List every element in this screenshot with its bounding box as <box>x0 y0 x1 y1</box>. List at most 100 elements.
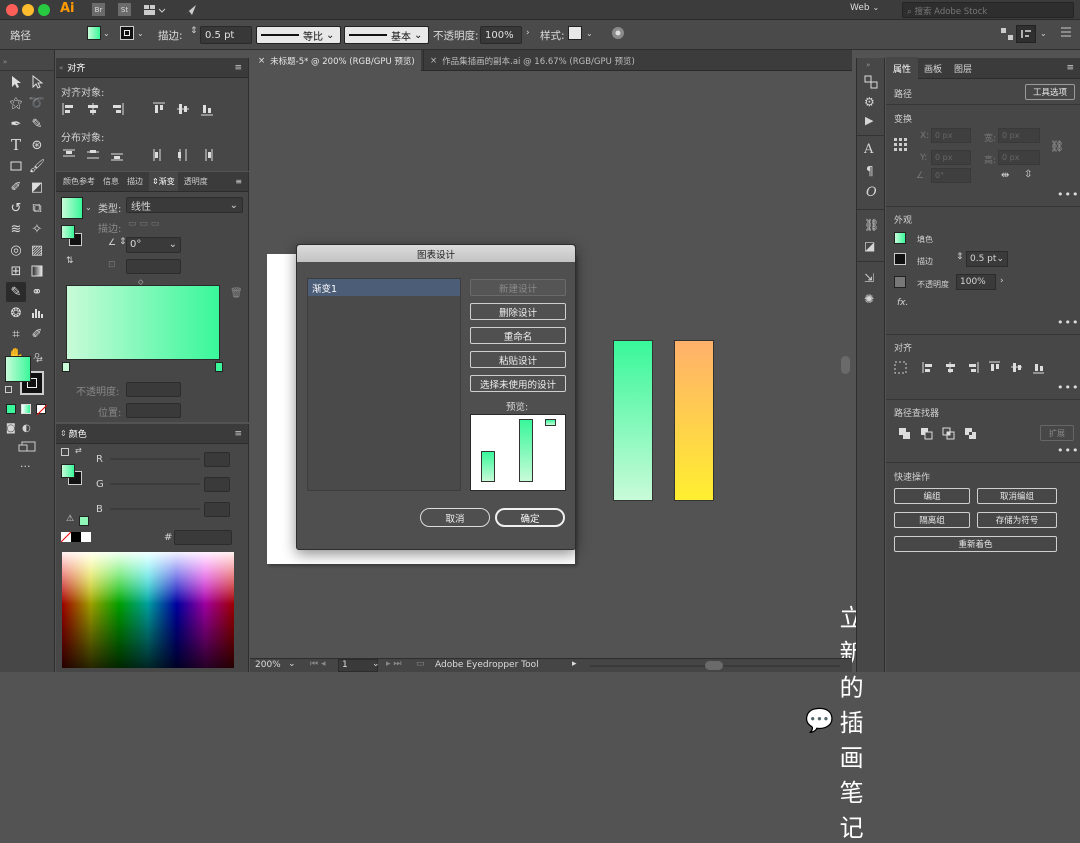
opentype-icon[interactable]: O <box>866 185 877 200</box>
tab-stroke[interactable]: 描边 <box>127 176 143 187</box>
tab-gradient[interactable]: ⇕渐变 <box>149 172 178 191</box>
distribute-bottom-icon[interactable] <box>110 148 124 162</box>
none-mode-icon[interactable] <box>36 404 47 415</box>
screen-mode-icon[interactable] <box>18 441 36 453</box>
gpu-performance-icon[interactable] <box>183 3 197 17</box>
stroke-dropdown-icon[interactable]: ⌄ <box>137 29 144 38</box>
aspect-ratio-input[interactable] <box>126 259 181 274</box>
align-dropdown-icon[interactable]: ⌄ <box>1040 29 1047 38</box>
artboard-nav-icon[interactable]: ▭ <box>416 659 425 669</box>
vertical-scrollbar-thumb[interactable] <box>841 356 850 374</box>
tab-info[interactable]: 信息 <box>103 176 119 187</box>
fill-color-box[interactable] <box>5 356 31 382</box>
red-input[interactable] <box>204 452 230 467</box>
color-spectrum[interactable] <box>62 552 234 668</box>
angle-input[interactable]: 0° ⌄ <box>126 237 181 253</box>
y-input[interactable]: 0 px <box>931 150 971 165</box>
green-input[interactable] <box>204 477 230 492</box>
align-left-icon[interactable] <box>62 102 76 116</box>
intersect-icon[interactable] <box>942 427 955 440</box>
minus-front-icon[interactable] <box>920 427 933 440</box>
draw-mode-icon[interactable]: ◙ <box>6 423 16 434</box>
select-similar-icon[interactable] <box>1000 27 1014 41</box>
symbols-icon[interactable]: ✺ <box>864 292 874 306</box>
orange-gradient-bar[interactable] <box>674 340 714 501</box>
exclude-icon[interactable] <box>964 427 977 440</box>
symbol-sprayer-tool-icon[interactable]: ❂ <box>6 303 26 323</box>
new-design-button[interactable]: 新建设计 <box>470 279 566 296</box>
spiral-tool-icon[interactable]: ⊛ <box>27 135 47 155</box>
appearance-stroke-input[interactable]: 0.5 pt ⌄ <box>966 251 1008 267</box>
appearance-opacity-input[interactable]: 100% <box>956 274 996 290</box>
tab-transparency[interactable]: 透明度 <box>184 176 208 187</box>
zoom-window-button[interactable] <box>38 4 50 16</box>
align-bottom-icon[interactable] <box>1032 361 1045 374</box>
paragraph-icon[interactable]: ¶ <box>866 164 874 178</box>
rotate-tool-icon[interactable]: ↺ <box>6 198 26 218</box>
shaper-tool-icon[interactable]: ✐ <box>6 177 26 197</box>
appearance-fill-swatch[interactable] <box>894 232 906 244</box>
gradient-stop-left[interactable] <box>62 362 70 372</box>
constrain-proportions-icon[interactable]: ⛓ <box>1050 140 1064 153</box>
blue-slider[interactable] <box>110 508 200 510</box>
tool-options-button[interactable]: 工具选项 <box>1025 84 1075 100</box>
tab-artboards[interactable]: 画板 <box>924 62 942 75</box>
next-artboard-icon[interactable]: ▸ ⏭ <box>386 659 401 669</box>
image-trace-icon[interactable]: ◪ <box>864 239 875 253</box>
shape-builder-tool-icon[interactable]: ◎ <box>6 240 26 260</box>
selection-tool-icon[interactable] <box>6 72 26 92</box>
tab-align[interactable]: 对齐 <box>67 61 85 74</box>
warp-tool-icon[interactable]: ≋ <box>6 219 26 239</box>
column-graph-tool-icon[interactable] <box>27 303 47 323</box>
opacity-arrow-icon[interactable]: › <box>526 28 530 38</box>
swap-fill-stroke-icon[interactable]: ⇄ <box>36 355 43 364</box>
direct-selection-tool-icon[interactable] <box>27 72 47 92</box>
distribute-left-icon[interactable] <box>152 148 166 162</box>
perspective-grid-tool-icon[interactable]: ▨ <box>27 240 47 260</box>
panel-menu-icon[interactable]: ≡ <box>1066 63 1074 73</box>
type-tool-icon[interactable]: T <box>6 135 26 155</box>
stroke-weight-input[interactable]: 0.5 pt <box>200 26 252 44</box>
collapse-icon[interactable]: » <box>3 58 7 66</box>
export-icon[interactable]: ⇲ <box>864 271 874 285</box>
distribute-center-h-icon[interactable] <box>176 148 190 162</box>
more-align-options-icon[interactable]: ••• <box>1057 381 1079 394</box>
gradient-type-select[interactable]: 线性 ⌄ <box>126 197 243 213</box>
tab-layers[interactable]: 图层 <box>954 62 972 75</box>
close-window-button[interactable] <box>6 4 18 16</box>
artboard-tool-icon[interactable]: ⌗ <box>6 324 26 344</box>
ungroup-button[interactable]: 取消编组 <box>977 488 1057 504</box>
minimize-window-button[interactable] <box>22 4 34 16</box>
align-top-icon[interactable] <box>152 102 166 116</box>
align-top-icon[interactable] <box>988 361 1001 374</box>
more-transform-options-icon[interactable]: ••• <box>1057 188 1079 201</box>
align-to-selection-icon[interactable] <box>894 361 907 374</box>
fill-swatch[interactable] <box>87 26 101 40</box>
out-of-gamut-icon[interactable]: ⚠ <box>66 514 74 524</box>
collapse-icon[interactable]: » <box>866 61 870 69</box>
gradient-stop-right[interactable] <box>215 362 223 372</box>
panel-menu-icon[interactable] <box>1060 25 1072 39</box>
eraser-tool-icon[interactable]: ◩ <box>27 177 47 197</box>
paste-design-button[interactable]: 粘贴设计 <box>470 351 566 368</box>
select-unused-button[interactable]: 选择未使用的设计 <box>470 375 566 392</box>
distribute-top-icon[interactable] <box>62 148 76 162</box>
recolor-button[interactable]: 重新着色 <box>894 536 1057 552</box>
delete-design-button[interactable]: 删除设计 <box>470 303 566 320</box>
stock-search-field[interactable]: ⌕ 搜索 Adobe Stock <box>902 2 1074 18</box>
green-gradient-bar[interactable] <box>613 340 653 501</box>
gradient-mode-icon[interactable] <box>21 404 31 414</box>
curvature-tool-icon[interactable]: ✎ <box>27 114 47 134</box>
stroke-gradient-options[interactable]: ▭ ▭ ▭ <box>128 219 159 229</box>
stop-location-input[interactable] <box>126 403 181 418</box>
doc-tab[interactable]: × 作品集插画的副本.ai @ 16.67% (RGB/GPU 预览) <box>423 50 641 71</box>
scale-tool-icon[interactable]: ⧉ <box>27 198 47 218</box>
green-slider[interactable] <box>110 483 200 485</box>
arrange-documents-icon[interactable] <box>144 4 166 16</box>
zoom-level[interactable]: 200% <box>255 660 281 670</box>
zoom-dropdown-icon[interactable]: ⌄ <box>288 659 296 669</box>
libraries-icon[interactable] <box>864 75 878 89</box>
reverse-gradient-icon[interactable]: ⇅ <box>66 256 74 266</box>
save-as-symbol-button[interactable]: 存储为符号 <box>977 512 1057 528</box>
character-icon[interactable]: A <box>864 142 873 157</box>
